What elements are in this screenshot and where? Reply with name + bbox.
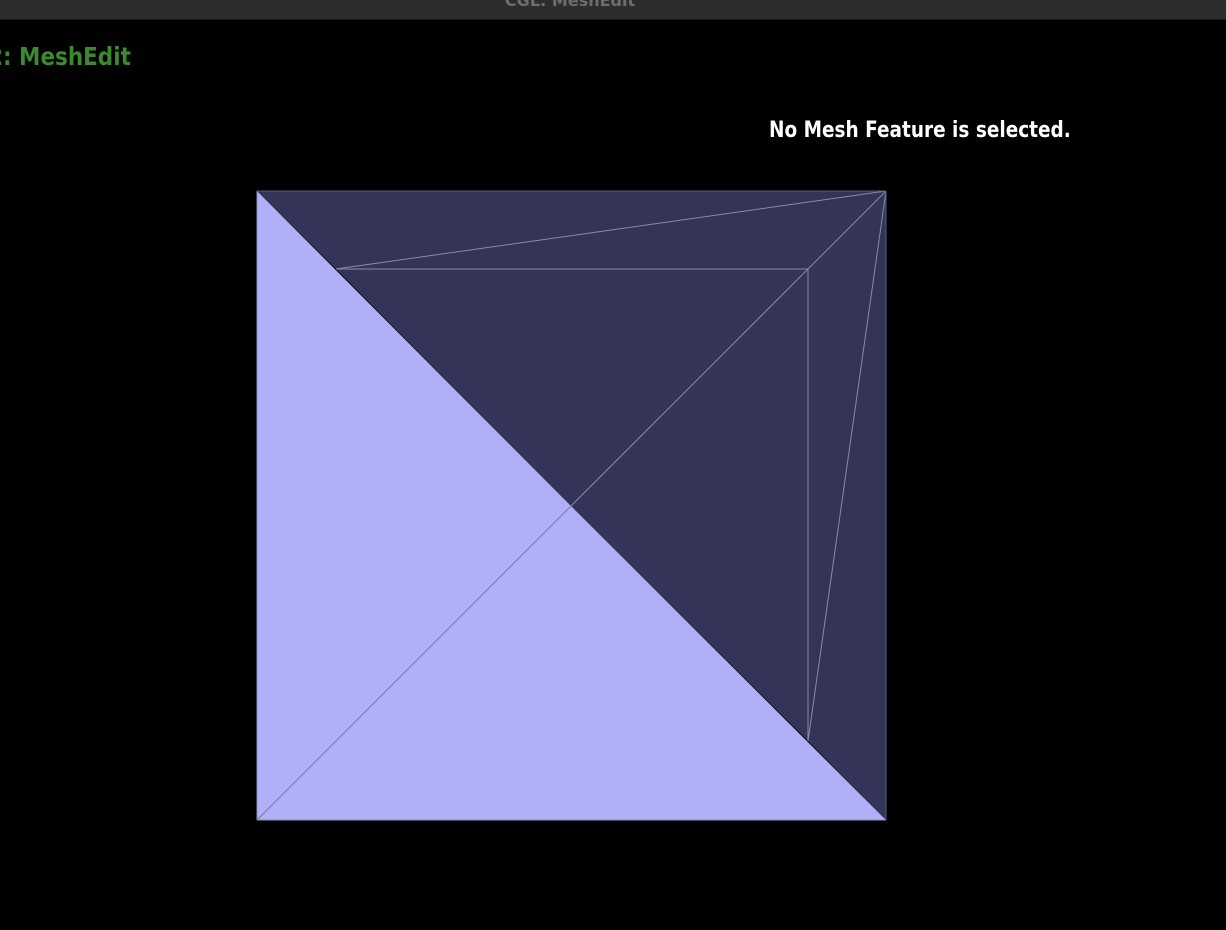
app-heading: 2: MeshEdit [0, 42, 131, 71]
selection-status: No Mesh Feature is selected. [769, 118, 1071, 143]
meshedit-window: CGL: MeshEdit 2: MeshEdit No Mesh Featur… [0, 0, 1226, 930]
